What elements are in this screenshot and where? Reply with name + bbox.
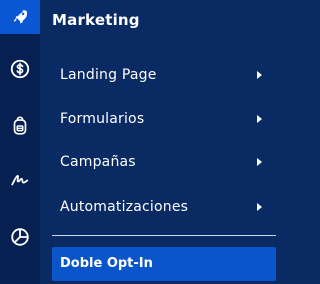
selected-item-label: Doble Opt-In — [60, 256, 153, 271]
pie-chart-icon — [11, 228, 29, 246]
menu-item-label: Campañas — [60, 154, 136, 170]
backpack-icon — [13, 116, 27, 135]
signature-icon — [11, 175, 29, 186]
rail-item-billing[interactable] — [0, 52, 40, 86]
rocket-icon — [13, 10, 28, 24]
icon-rail — [0, 0, 40, 284]
menu-item-label: Landing Page — [60, 67, 157, 83]
menu-item-campanas[interactable]: Campañas — [40, 145, 278, 179]
menu-item-label: Automatizaciones — [60, 199, 189, 215]
marketing-flyout-menu: Marketing Landing Page Formularios Campa… — [40, 0, 278, 284]
chevron-right-icon — [257, 115, 262, 123]
panel-title: Marketing — [52, 11, 140, 29]
menu-item-formularios[interactable]: Formularios — [40, 102, 278, 136]
menu-divider — [52, 235, 276, 236]
rail-item-store[interactable] — [0, 109, 40, 143]
rail-item-signature[interactable] — [0, 162, 40, 196]
menu-item-label: Formularios — [60, 111, 145, 127]
rail-item-marketing[interactable] — [0, 0, 40, 34]
rail-item-reports[interactable] — [0, 220, 40, 254]
dollar-icon — [10, 59, 30, 79]
chevron-right-icon — [257, 158, 262, 166]
menu-item-landing-page[interactable]: Landing Page — [40, 58, 278, 92]
menu-item-automatizaciones[interactable]: Automatizaciones — [40, 190, 278, 224]
chevron-right-icon — [257, 203, 262, 211]
app-window: Marketing Landing Page Formularios Campa… — [0, 0, 278, 284]
chevron-right-icon — [257, 71, 262, 79]
menu-item-doble-opt-in[interactable]: Doble Opt-In — [52, 247, 276, 281]
